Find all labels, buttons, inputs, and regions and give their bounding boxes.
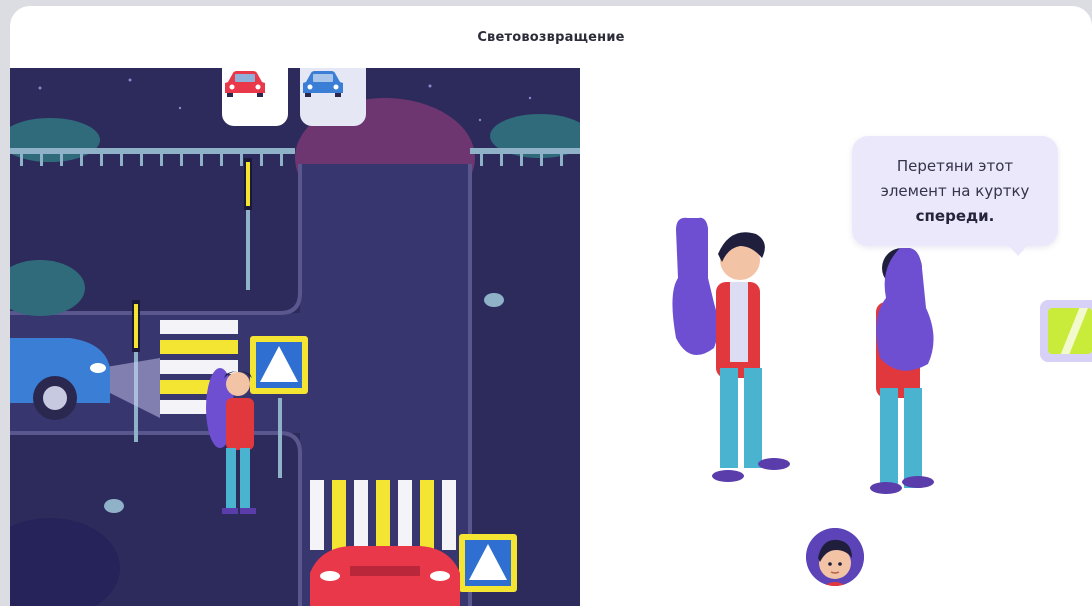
street-illustration xyxy=(10,68,580,606)
reflector-drag-item[interactable] xyxy=(1040,300,1092,362)
reflector-strip-icon xyxy=(1048,308,1092,354)
task-panel: Перетяни этот элемент на куртку спереди. xyxy=(580,68,1092,606)
night-street-scene xyxy=(10,68,580,606)
instruction-line-3: спереди. xyxy=(915,206,995,225)
boy-avatar-icon xyxy=(806,528,864,586)
title-bar: Световозвращение xyxy=(10,6,1092,69)
window-title: Световозвращение xyxy=(477,29,625,45)
boy-avatar-button[interactable] xyxy=(806,528,864,586)
blue-car-icon xyxy=(303,71,343,97)
red-car-option[interactable] xyxy=(222,68,288,126)
instruction-bubble: Перетяни этот элемент на куртку спереди. xyxy=(852,136,1058,256)
instruction-line-1: Перетяни этот xyxy=(896,156,1014,175)
app-window: Световозвращение Перетяни этот элемент н… xyxy=(10,6,1092,606)
red-car-icon xyxy=(225,71,265,97)
blue-car-option[interactable] xyxy=(300,68,366,126)
instruction-line-2: элемент на куртку xyxy=(880,181,1030,200)
